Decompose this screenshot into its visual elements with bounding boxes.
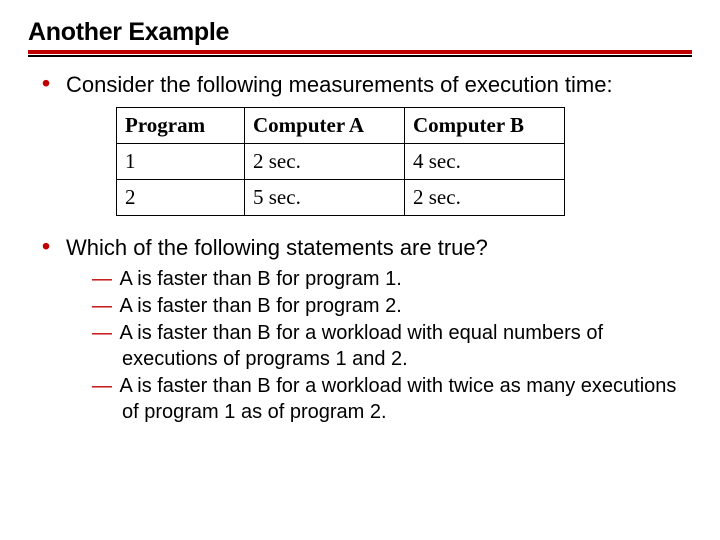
bullet2-text: Which of the following statements are tr… <box>66 235 488 260</box>
dash-icon: — <box>92 375 115 397</box>
title-underline <box>28 50 692 57</box>
cell: 2 sec. <box>245 144 405 180</box>
th-computer-b: Computer B <box>405 108 565 144</box>
sub-text: A is faster than B for program 2. <box>119 295 401 317</box>
table-header-row: Program Computer A Computer B <box>117 108 565 144</box>
dash-icon: — <box>92 295 115 317</box>
table-row: 2 5 sec. 2 sec. <box>117 179 565 215</box>
cell: 2 <box>117 179 245 215</box>
sub-text: A is faster than B for a workload with e… <box>119 322 603 370</box>
sub-item: — A is faster than B for program 1. <box>122 266 692 292</box>
sub-item: — A is faster than B for program 2. <box>122 293 692 319</box>
cell: 5 sec. <box>245 179 405 215</box>
table-row: 1 2 sec. 4 sec. <box>117 144 565 180</box>
cell: 4 sec. <box>405 144 565 180</box>
bullet1-text: Consider the following measurements of e… <box>66 72 613 97</box>
dash-icon: — <box>92 322 115 344</box>
cell: 1 <box>117 144 245 180</box>
sub-list: — A is faster than B for program 1. — A … <box>66 266 692 425</box>
bullet-item-1: Consider the following measurements of e… <box>38 71 692 224</box>
main-list: Consider the following measurements of e… <box>28 71 692 425</box>
sub-text: A is faster than B for a workload with t… <box>119 375 676 423</box>
th-computer-a: Computer A <box>245 108 405 144</box>
dash-icon: — <box>92 268 115 290</box>
th-program: Program <box>117 108 245 144</box>
sub-text: A is faster than B for program 1. <box>119 268 401 290</box>
bullet-item-2: Which of the following statements are tr… <box>38 234 692 425</box>
sub-item: — A is faster than B for a workload with… <box>122 320 692 372</box>
sub-item: — A is faster than B for a workload with… <box>122 373 692 425</box>
slide-title: Another Example <box>28 18 692 50</box>
cell: 2 sec. <box>405 179 565 215</box>
table-wrap: Program Computer A Computer B 1 2 sec. 4… <box>66 99 692 224</box>
execution-time-table: Program Computer A Computer B 1 2 sec. 4… <box>116 107 565 216</box>
